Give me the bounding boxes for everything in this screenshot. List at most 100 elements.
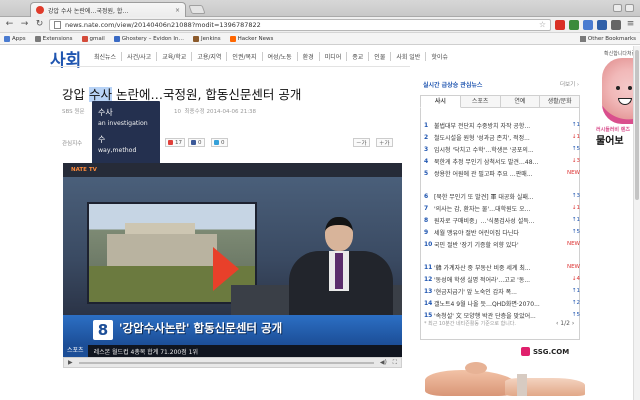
tooltip-meaning-2: way,method	[98, 147, 137, 154]
forward-arrow-icon[interactable]: →	[19, 19, 30, 30]
nav-item-general[interactable]: 사회 일반	[390, 52, 425, 61]
trending-rank: 13	[424, 287, 433, 295]
trending-item[interactable]: 11 '韓 가계자산 중 부동산 비중 세계 최... NEW	[424, 262, 580, 272]
bookmark-apps[interactable]: Apps	[4, 35, 26, 42]
bookmark-star-icon[interactable]: ☆	[539, 20, 546, 29]
interest-label: 관심지수	[62, 141, 83, 147]
section-logo[interactable]: 사회	[50, 46, 81, 71]
bookmark-ghostery[interactable]: Ghostery – Evidon In…	[113, 35, 184, 42]
article-source[interactable]: SBS 원문	[62, 107, 85, 115]
address-bar[interactable]: news.nate.com/view/20140406n21088?modit=…	[49, 18, 551, 31]
trending-item[interactable]: 1 불법대부 전단지 수중방치 자작 공항... ↑1	[424, 120, 580, 130]
trending-item[interactable]: 5 쌍용한 어원에 관 필고파 주요 …판매... NEW	[424, 168, 580, 178]
window-controls	[613, 4, 634, 12]
maximize-button[interactable]	[625, 4, 634, 12]
scrollbar-thumb[interactable]	[635, 50, 639, 200]
tab-life-culture[interactable]: 생활/문화	[540, 95, 580, 108]
trending-headline[interactable]: 불법대부 전단지 수중방치 자작 공항...	[434, 121, 550, 130]
trending-headline[interactable]: 국민 절반 '장기 기증할 의향 있다'	[434, 240, 550, 249]
font-decrease-button[interactable]: －가	[353, 138, 370, 147]
page-scrollbar[interactable]	[633, 46, 640, 400]
close-tab-icon[interactable]: ×	[175, 7, 180, 14]
video-progress[interactable]	[78, 361, 374, 364]
fullscreen-icon[interactable]: ⛶	[393, 359, 397, 367]
trending-headline[interactable]: 갤노트4 9월 나올 듯…QHD화면·2070...	[434, 299, 550, 308]
nav-item-welfare[interactable]: 인권/복지	[226, 52, 261, 61]
trending-item[interactable]: 14 갤노트4 9월 나올 듯…QHD화면·2070... ↑2	[424, 298, 580, 308]
trending-headline[interactable]: 원자로 구매비중」…'식품검사성 설득...	[434, 216, 550, 225]
trending-headline[interactable]: '의사는 감, 환자는 물'…대학원도 오...	[434, 204, 550, 213]
nav-item-incidents[interactable]: 사건/사고	[121, 52, 156, 61]
minimize-button[interactable]	[613, 4, 622, 12]
trending-more-link[interactable]: 더보기 ›	[560, 80, 579, 88]
video-player[interactable]: NATE TV 8 '강압수사논란' 합동신문센터 공개 스포츠 레스본 월드컵…	[63, 163, 402, 357]
tab-sports[interactable]: 스포츠	[460, 95, 501, 108]
trending-headline[interactable]: 쌍용한 어원에 관 필고파 주요 …판매...	[434, 169, 550, 178]
extension-green-icon[interactable]	[569, 19, 579, 30]
trending-item[interactable]: 13 '현금지급기' 앞 노숙인 갑자 폭... ↑1	[424, 286, 580, 296]
shoe-ad-image[interactable]	[425, 360, 595, 400]
trending-item[interactable]: 9 세월 맹유야 절반 어린이집 다닌다 ↑5	[424, 227, 580, 237]
tab-entertainment[interactable]: 연예	[500, 95, 541, 108]
trending-pagination[interactable]: ‹ 1/2 ›	[556, 320, 574, 327]
trending-title: 실시간 급상승 관심뉴스	[423, 82, 483, 89]
nav-item-labor[interactable]: 여성/노동	[261, 52, 297, 61]
trending-item[interactable]: 6 [북한 무인기 또 발견] 軍 대공화 실패... ↑3	[424, 191, 580, 201]
other-bookmarks[interactable]: Other Bookmarks	[579, 35, 636, 42]
extension-blue-icon[interactable]	[583, 19, 593, 30]
highlighted-word[interactable]: 수사	[88, 87, 112, 102]
extension-red-icon[interactable]	[555, 19, 565, 30]
bookmark-gmail[interactable]: gmail	[81, 35, 105, 42]
video-frame	[63, 177, 402, 331]
nav-item-hot-issue[interactable]: 핫이슈	[425, 52, 453, 61]
nav-item-employment[interactable]: 고용/지역	[191, 52, 226, 61]
trending-headline[interactable]: '동성애 학생 실명 적어라'…고교 '동...	[434, 275, 550, 284]
trending-item[interactable]: 15 '속청설' 文 모양행 박관 단층을 맞았어... ↑5	[424, 310, 580, 320]
trending-item[interactable]: 8 원자로 구매비중」…'식품검사성 설득... ↑1	[424, 215, 580, 225]
bookmark-hacker-news[interactable]: Hacker News	[229, 35, 273, 42]
nav-item-environment[interactable]: 환경	[296, 52, 319, 61]
trending-item[interactable]: 10 국민 절반 '장기 기증할 의향 있다' NEW	[424, 239, 580, 249]
nav-item-latest[interactable]: 최신뉴스	[94, 52, 121, 61]
trending-item[interactable]: 4 북한게 추정 무인기 삼척서도 발견…48... ↓3	[424, 156, 580, 166]
nav-item-media[interactable]: 미디어	[318, 52, 347, 61]
ticker-label: 스포츠	[63, 345, 88, 357]
nav-item-people[interactable]: 인물	[368, 52, 390, 61]
facebook-button[interactable]: 0	[188, 138, 205, 147]
article-dateline: 10 최종수정 2014-04-06 21:38	[174, 109, 257, 115]
reload-icon[interactable]: ↻	[34, 19, 45, 30]
extension-ghostery-icon[interactable]	[597, 19, 607, 30]
trending-headline[interactable]: '韓 가계자산 중 부동산 비중 세계 최...	[434, 263, 550, 272]
twitter-button[interactable]: 0	[211, 138, 228, 147]
new-tab-button[interactable]	[188, 5, 206, 14]
bookmark-jenkins[interactable]: Jenkins	[193, 35, 221, 42]
trending-item[interactable]: 12 '동성애 학생 실명 적어라'…고교 '동... ↓4	[424, 274, 580, 284]
volume-icon[interactable]: ◀)	[380, 359, 387, 366]
menu-icon[interactable]: ≡	[625, 19, 636, 30]
like-button[interactable]: 17	[165, 138, 185, 147]
extension-menu-icon[interactable]	[611, 19, 621, 30]
nav-item-religion[interactable]: 종교	[346, 52, 368, 61]
trending-headline[interactable]: '속청설' 文 모양행 박관 단층을 맞았어...	[434, 311, 550, 320]
facebook-icon	[191, 140, 196, 145]
tooltip-word-1: 수사	[98, 108, 113, 117]
browser-tab[interactable]: 강압 수사 논란에…국정원, 합… ×	[30, 2, 186, 17]
trending-headline[interactable]: 북한게 추정 무인기 삼척서도 발견…48...	[434, 157, 550, 166]
back-arrow-icon[interactable]: ←	[4, 19, 15, 30]
nav-item-education[interactable]: 교육/학교	[156, 52, 191, 61]
play-icon[interactable]: ▶	[68, 359, 73, 366]
trending-headline[interactable]: 임시청 '닥치고 수학'…학생은 '공포의...	[434, 145, 550, 154]
trending-item[interactable]: 3 임시청 '닥치고 수학'…학생은 '공포의... ↑5	[424, 144, 580, 154]
trending-item[interactable]: 2 철도시설을 원형 '성과금 존치', 적정... ↓1	[424, 132, 580, 142]
gmail-icon	[81, 35, 88, 42]
trending-headline[interactable]: 철도시설을 원형 '성과금 존치', 적정...	[434, 133, 550, 142]
bookmark-extensions[interactable]: Extensions	[34, 35, 73, 42]
tab-society[interactable]: 사시	[420, 95, 461, 108]
trending-headline[interactable]: '현금지급기' 앞 노숙인 갑자 폭...	[434, 287, 550, 296]
trending-headline[interactable]: [북한 무인기 또 발견] 軍 대공화 실패...	[434, 192, 550, 201]
trending-item[interactable]: 7 '의사는 감, 환자는 물'…대학원도 오... ↓1	[424, 203, 580, 213]
font-increase-button[interactable]: ＋가	[376, 138, 393, 147]
ssg-ad-logo[interactable]: SSG.COM	[521, 347, 569, 356]
trending-rank: 10	[424, 240, 433, 248]
trending-headline[interactable]: 세월 맹유야 절반 어린이집 다닌다	[434, 228, 550, 237]
